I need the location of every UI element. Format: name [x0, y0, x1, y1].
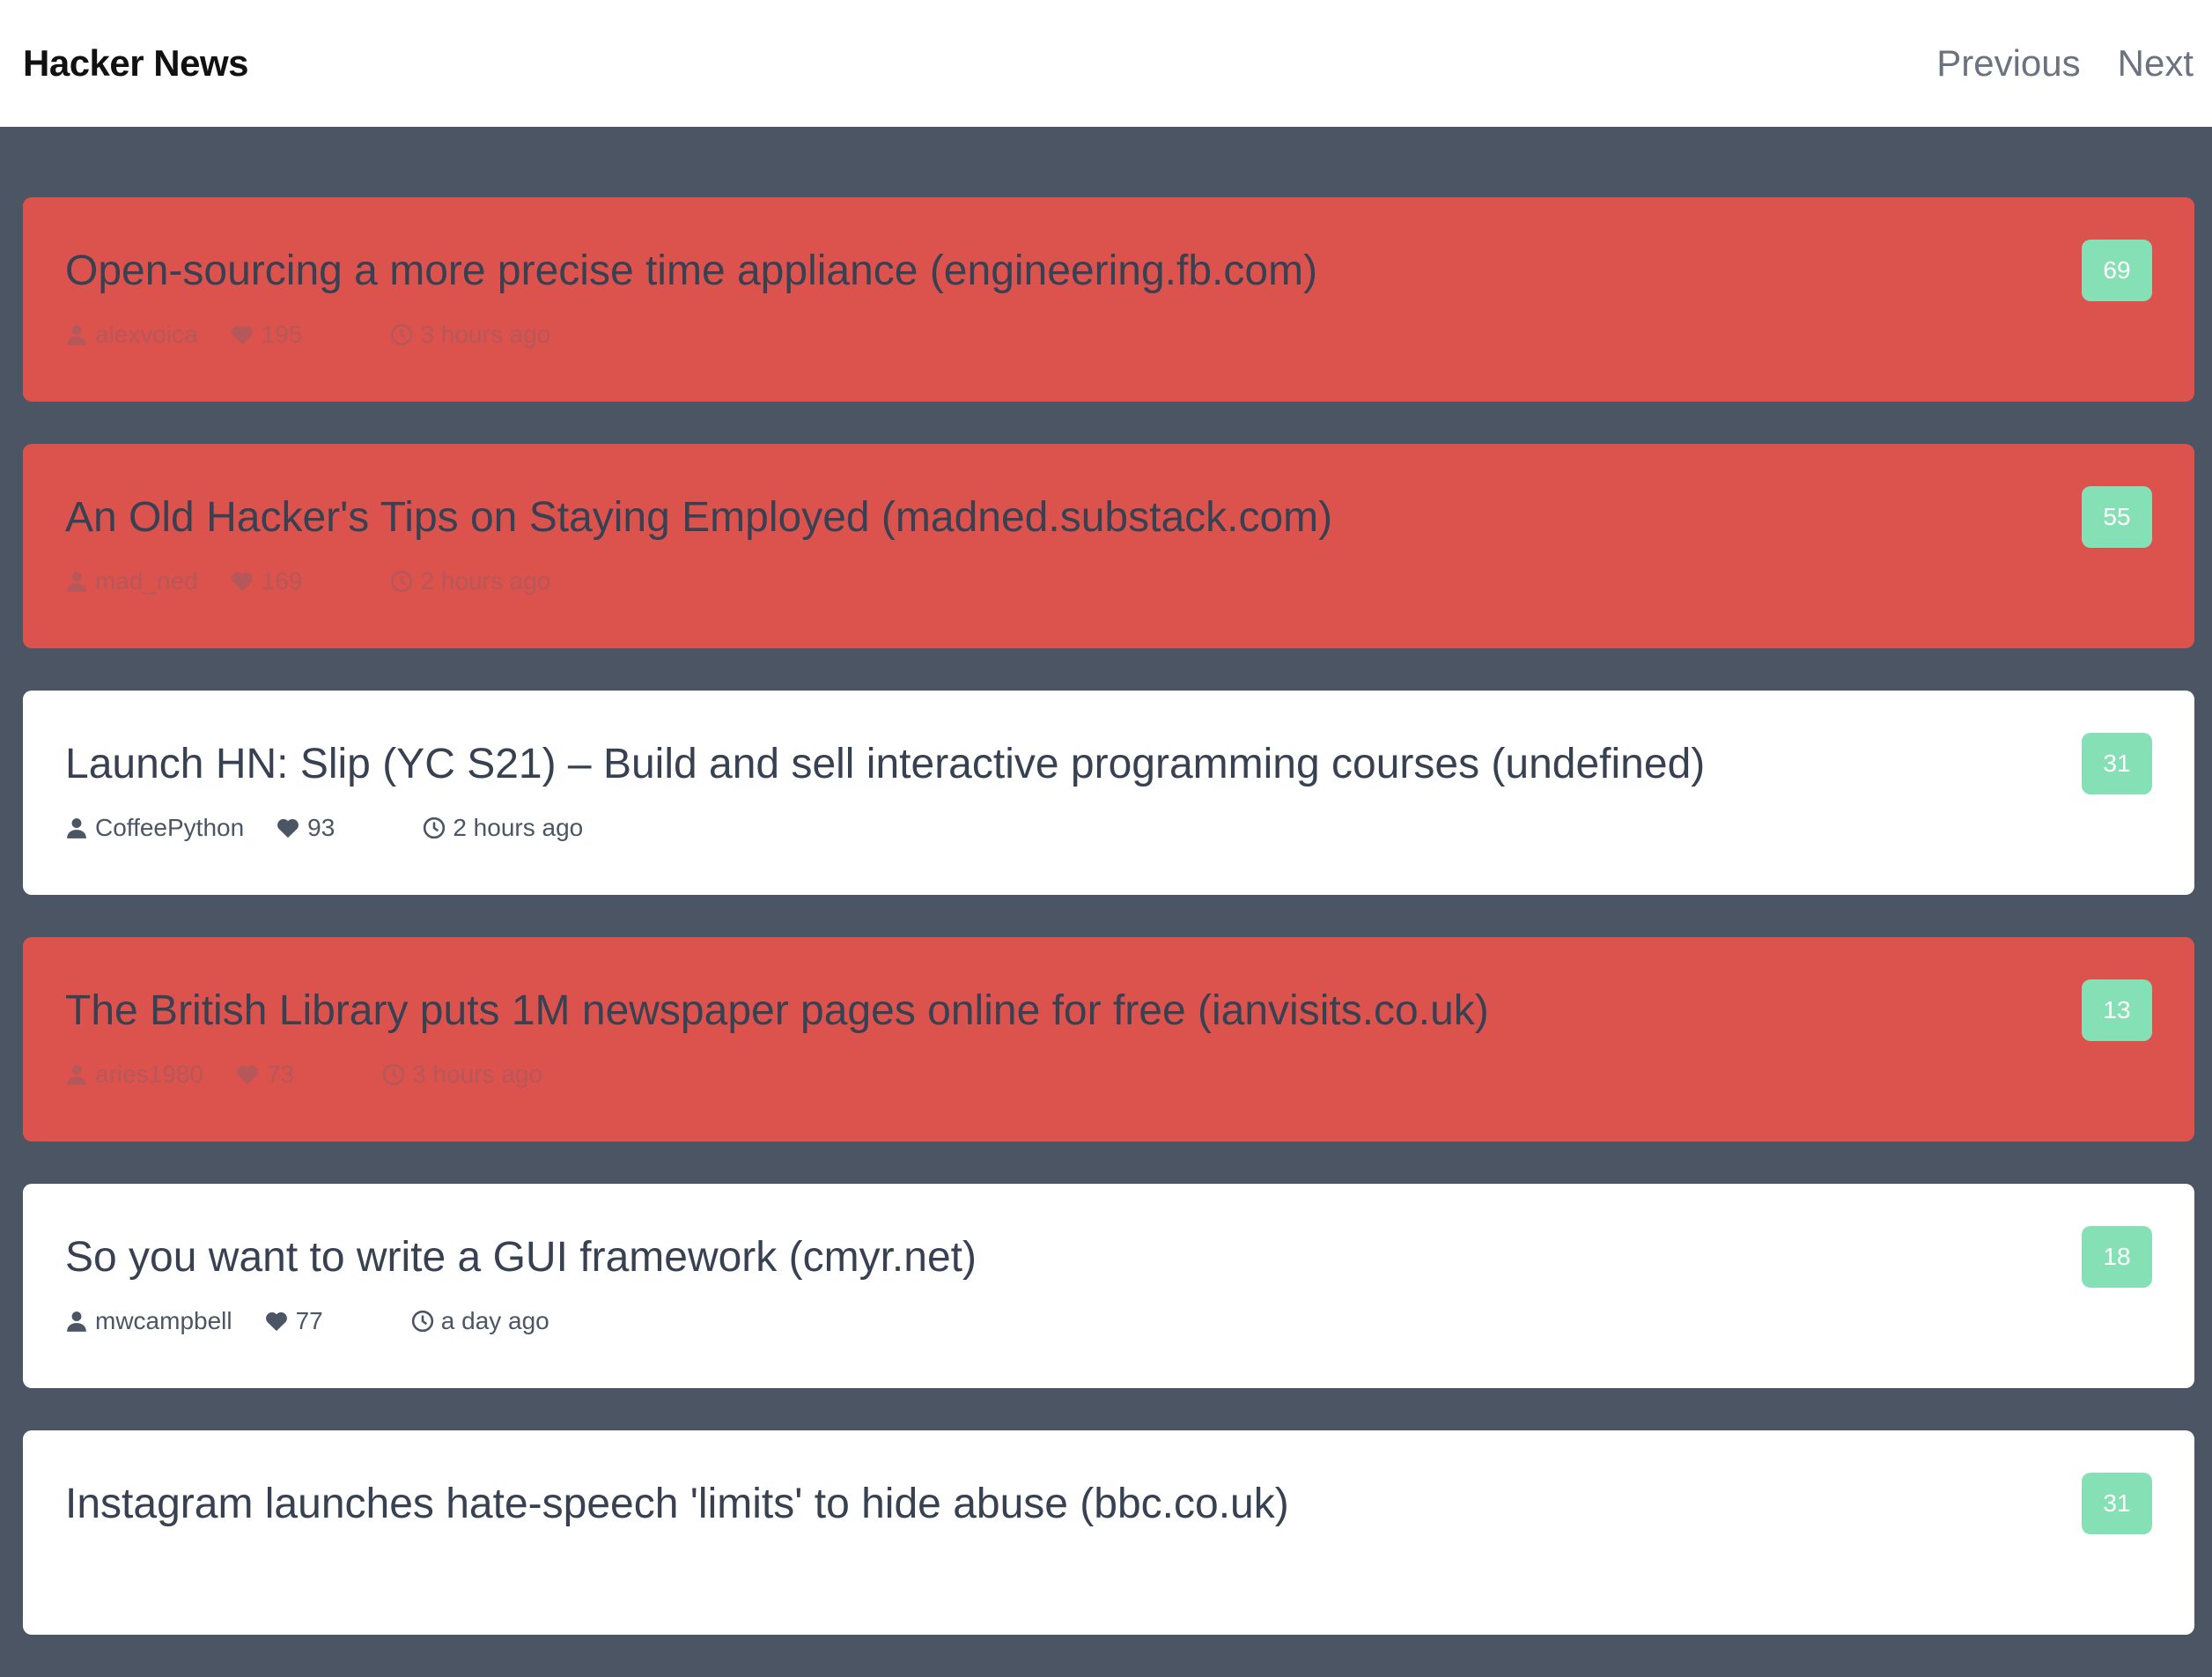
- story-author[interactable]: mwcampbell: [65, 1307, 264, 1335]
- story-time: a day ago: [411, 1307, 549, 1335]
- points-count: 77: [295, 1307, 323, 1334]
- author-name: aries1980: [95, 1060, 203, 1088]
- time-ago: 2 hours ago: [453, 814, 584, 841]
- clock-icon: [391, 323, 413, 346]
- points-count: 195: [261, 321, 303, 348]
- story-meta: mwcampbell 77 a day ago: [65, 1307, 2152, 1335]
- user-icon: [67, 1311, 86, 1332]
- author-name: alexvoica: [95, 321, 198, 348]
- time-ago: 3 hours ago: [420, 321, 551, 348]
- user-icon: [67, 572, 86, 592]
- points-count: 73: [266, 1060, 295, 1088]
- heart-icon: [277, 818, 299, 838]
- story-author[interactable]: aries1980: [65, 1060, 235, 1089]
- heart-icon: [237, 1065, 258, 1085]
- time-ago: a day ago: [440, 1307, 549, 1334]
- story-title-link[interactable]: Launch HN: Slip (YC S21) – Build and sel…: [65, 738, 2011, 791]
- story-card[interactable]: Open-sourcing a more precise time applia…: [23, 197, 2194, 402]
- time-ago: 3 hours ago: [412, 1060, 543, 1088]
- clock-icon: [424, 816, 446, 839]
- author-name: CoffeePython: [95, 814, 245, 841]
- story-card[interactable]: The British Library puts 1M newspaper pa…: [23, 937, 2194, 1141]
- story-points: 73: [235, 1060, 294, 1089]
- story-meta: alexvoica 195 3 hours ago: [65, 321, 2152, 349]
- points-count: 169: [261, 567, 303, 595]
- story-author[interactable]: alexvoica: [65, 321, 230, 349]
- story-list: Open-sourcing a more precise time applia…: [23, 197, 2194, 1677]
- heart-icon: [231, 325, 253, 345]
- story-author[interactable]: mad_ned: [65, 567, 230, 595]
- story-title-link[interactable]: The British Library puts 1M newspaper pa…: [65, 985, 2011, 1038]
- comments-count-badge[interactable]: 31: [2082, 1473, 2152, 1534]
- comments-count-badge[interactable]: 55: [2082, 486, 2152, 548]
- story-time: 3 hours ago: [390, 321, 550, 349]
- clock-icon: [411, 1310, 433, 1333]
- story-card[interactable]: Launch HN: Slip (YC S21) – Build and sel…: [23, 691, 2194, 895]
- points-count: 93: [307, 814, 335, 841]
- story-card[interactable]: So you want to write a GUI framework (cm…: [23, 1184, 2194, 1388]
- story-meta: mad_ned 169 2 hours ago: [65, 567, 2152, 595]
- story-time: 2 hours ago: [423, 814, 583, 842]
- story-title-link[interactable]: An Old Hacker's Tips on Staying Employed…: [65, 491, 2011, 544]
- story-title-link[interactable]: So you want to write a GUI framework (cm…: [65, 1231, 2011, 1284]
- story-title-link[interactable]: Open-sourcing a more precise time applia…: [65, 245, 2011, 298]
- comments-count-badge[interactable]: 13: [2082, 979, 2152, 1041]
- time-ago: 2 hours ago: [420, 567, 551, 595]
- pagination: Previous Next: [1936, 42, 2194, 85]
- author-name: mwcampbell: [95, 1307, 232, 1334]
- story-author[interactable]: CoffeePython: [65, 814, 276, 842]
- clock-icon: [391, 570, 413, 593]
- clock-icon: [383, 1063, 405, 1086]
- top-navbar: Hacker News Previous Next: [0, 0, 2212, 127]
- story-time: 3 hours ago: [382, 1060, 542, 1089]
- story-card[interactable]: An Old Hacker's Tips on Staying Employed…: [23, 444, 2194, 648]
- previous-page-link[interactable]: Previous: [1936, 42, 2080, 85]
- story-title-link[interactable]: Instagram launches hate-speech 'limits' …: [65, 1478, 2011, 1531]
- heart-icon: [265, 1311, 287, 1332]
- author-name: mad_ned: [95, 567, 198, 595]
- user-icon: [67, 818, 86, 838]
- comments-count-badge[interactable]: 18: [2082, 1226, 2152, 1288]
- story-card[interactable]: Instagram launches hate-speech 'limits' …: [23, 1430, 2194, 1635]
- heart-icon: [231, 572, 253, 592]
- story-time: 2 hours ago: [390, 567, 550, 595]
- comments-count-badge[interactable]: 31: [2082, 733, 2152, 794]
- story-meta: aries1980 73 3 hours ago: [65, 1060, 2152, 1089]
- story-points: 195: [230, 321, 303, 349]
- comments-count-badge[interactable]: 69: [2082, 240, 2152, 301]
- next-page-link[interactable]: Next: [2118, 42, 2194, 85]
- user-icon: [67, 1065, 86, 1085]
- story-points: 93: [276, 814, 335, 842]
- site-title[interactable]: Hacker News: [23, 42, 249, 85]
- story-points: 77: [264, 1307, 323, 1335]
- story-meta: CoffeePython 93 2 hours ago: [65, 814, 2152, 842]
- user-icon: [67, 325, 86, 345]
- story-points: 169: [230, 567, 303, 595]
